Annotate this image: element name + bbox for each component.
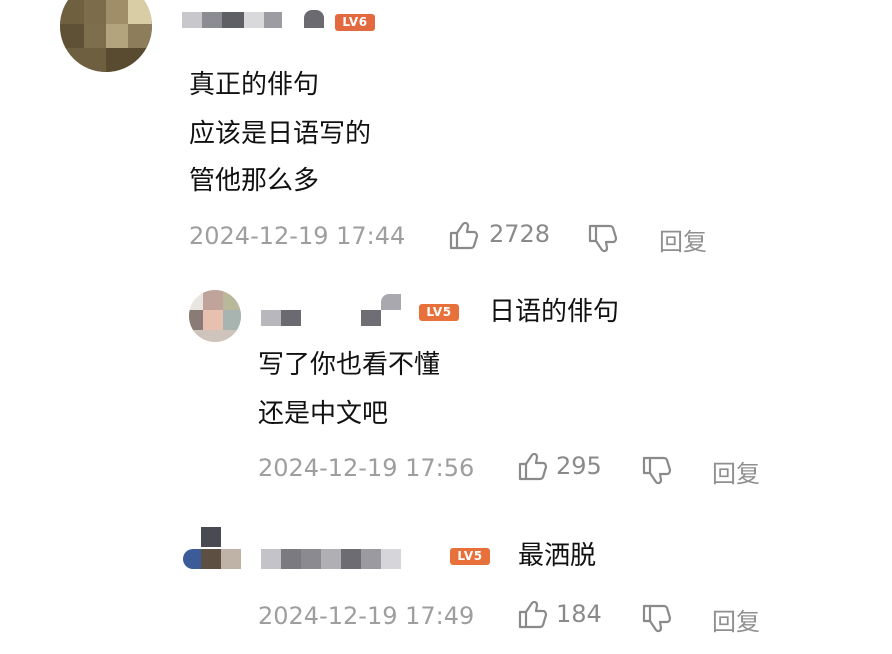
reply-to-text: 日语的俳句 xyxy=(489,297,620,327)
thumbs-down-icon[interactable] xyxy=(640,454,672,486)
thumbs-up-icon[interactable] xyxy=(447,220,479,252)
level-badge: LV5 xyxy=(450,548,490,565)
username[interactable] xyxy=(261,549,441,569)
thumbs-down-icon[interactable] xyxy=(640,602,672,634)
comment-text-line: 应该是日语写的 xyxy=(189,119,372,149)
timestamp: 2024-12-19 17:44 xyxy=(189,222,406,250)
comment-text-line: 写了你也看不懂 xyxy=(258,350,441,380)
comment-text-line: 还是中文吧 xyxy=(258,399,389,429)
username[interactable] xyxy=(182,10,324,28)
avatar[interactable] xyxy=(60,0,152,72)
avatar[interactable] xyxy=(183,527,243,571)
thumbs-down-icon[interactable] xyxy=(586,222,618,254)
reply-button[interactable]: 回复 xyxy=(712,602,760,637)
reply-button[interactable]: 回复 xyxy=(659,222,707,257)
level-badge: LV5 xyxy=(419,304,459,321)
thumbs-up-icon[interactable] xyxy=(516,599,548,631)
timestamp: 2024-12-19 17:49 xyxy=(258,602,475,630)
like-count: 295 xyxy=(556,452,602,480)
reply-to-text: 最洒脱 xyxy=(518,541,597,571)
like-count: 2728 xyxy=(489,220,551,248)
comment-text-line: 真正的俳句 xyxy=(189,70,320,100)
level-badge: LV6 xyxy=(335,14,375,31)
username[interactable] xyxy=(261,294,411,328)
reply-button[interactable]: 回复 xyxy=(712,454,760,489)
thumbs-up-icon[interactable] xyxy=(516,451,548,483)
timestamp: 2024-12-19 17:56 xyxy=(258,454,475,482)
like-count: 184 xyxy=(556,600,602,628)
avatar[interactable] xyxy=(189,290,241,342)
comment-text-line: 管他那么多 xyxy=(189,166,320,196)
